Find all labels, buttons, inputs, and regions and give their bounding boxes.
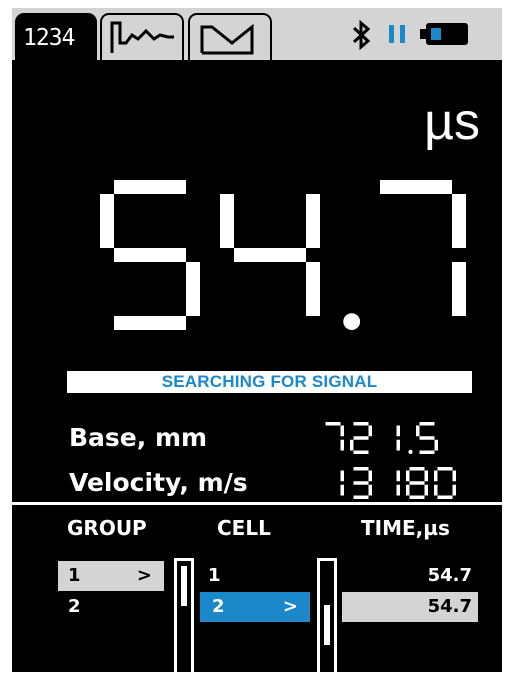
decimal-point <box>408 449 413 454</box>
reading-value <box>100 180 466 330</box>
digit-segment <box>396 470 400 482</box>
digit-segment <box>409 495 425 499</box>
cell-header: CELL <box>217 516 271 540</box>
group-header: GROUP <box>67 516 147 540</box>
digit-segment <box>419 436 435 440</box>
digit-segment <box>409 467 425 471</box>
digit-segment <box>353 450 369 454</box>
digit-segment <box>437 495 453 499</box>
signal-status: SEARCHING FOR SIGNAL <box>67 371 472 393</box>
scrollbar-thumb[interactable] <box>181 566 187 606</box>
group-label: 2 <box>68 596 81 617</box>
digit-segment <box>434 470 438 482</box>
digit-segment <box>452 262 466 316</box>
digit-segment <box>114 180 186 194</box>
time-header: TIME,µs <box>361 516 450 540</box>
digit-segment <box>340 470 344 482</box>
chevron-right-icon: > <box>282 596 298 617</box>
velocity-label: Velocity, m/s <box>69 468 248 497</box>
digit-segment <box>396 439 400 451</box>
tab-waveform[interactable] <box>100 13 184 60</box>
digit-segment <box>350 439 354 451</box>
time-row-2: 54.7 <box>342 592 478 622</box>
velocity-value <box>340 467 456 499</box>
digit-segment <box>368 484 372 496</box>
digit-segment <box>325 422 341 426</box>
cell-label: 1 <box>208 565 221 586</box>
digit-segment <box>437 467 453 471</box>
digit-segment <box>424 470 428 482</box>
pause-icon <box>389 25 405 43</box>
digit-segment <box>396 425 400 437</box>
digit-segment <box>220 194 234 248</box>
tab-pulse[interactable] <box>188 13 272 60</box>
group-label: 1 <box>68 565 81 586</box>
pulse-icon <box>200 23 254 55</box>
digit-segment <box>406 470 410 482</box>
digit-segment <box>100 194 114 248</box>
digit-segment <box>419 450 435 454</box>
digit-segment <box>396 484 400 496</box>
group-scrollbar[interactable] <box>174 558 194 672</box>
digit-segment <box>353 481 369 485</box>
battery-icon <box>420 23 468 45</box>
cell-row-2[interactable]: 2 > <box>200 592 310 622</box>
waveform-icon <box>110 21 174 53</box>
tab-numeric-label: 1234 <box>23 25 75 51</box>
digit-segment <box>340 439 344 451</box>
digit-segment <box>306 194 320 248</box>
digit-segment <box>452 194 466 248</box>
cell-row-1[interactable]: 1 <box>200 561 310 591</box>
group-row-1[interactable]: 1 > <box>58 561 164 591</box>
digit-segment <box>380 180 452 194</box>
device-screen: 1234 µs SEARCHING FOR SIGNAL Base, mm Ve… <box>12 8 502 672</box>
digit-segment <box>114 248 186 262</box>
bluetooth-icon <box>352 19 371 51</box>
base-label: Base, mm <box>69 423 208 452</box>
chevron-right-icon: > <box>136 565 152 586</box>
time-row-1: 54.7 <box>342 561 478 591</box>
digit-segment <box>186 262 200 316</box>
tab-numeric[interactable]: 1234 <box>15 13 97 60</box>
digit-segment <box>353 436 369 440</box>
status-icons <box>344 19 494 51</box>
digit-segment <box>424 484 428 496</box>
digit-segment <box>416 425 420 437</box>
tab-bar: 1234 <box>12 8 502 60</box>
digit-segment <box>353 422 369 426</box>
digit-segment <box>340 484 344 496</box>
scrollbar-thumb[interactable] <box>324 605 330 645</box>
digit-segment <box>353 495 369 499</box>
time-value: 54.7 <box>427 596 472 617</box>
digit-segment <box>114 316 186 330</box>
digit-segment <box>340 425 344 437</box>
digit-segment <box>452 484 456 496</box>
reading-unit: µs <box>424 93 480 151</box>
digit-segment <box>406 484 410 496</box>
decimal-point <box>343 313 361 330</box>
digit-segment <box>234 248 306 262</box>
digit-segment <box>353 467 369 471</box>
digit-segment <box>434 484 438 496</box>
time-value: 54.7 <box>427 565 472 586</box>
digit-segment <box>419 422 435 426</box>
digit-segment <box>306 262 320 316</box>
digit-segment <box>452 470 456 482</box>
divider <box>12 502 502 505</box>
base-value <box>325 422 438 454</box>
cell-label: 2 <box>212 596 225 617</box>
digit-segment <box>368 425 372 437</box>
digit-segment <box>434 439 438 451</box>
digit-segment <box>368 470 372 482</box>
group-row-2[interactable]: 2 <box>58 592 164 622</box>
digit-segment <box>409 481 425 485</box>
cell-scrollbar[interactable] <box>317 558 337 672</box>
